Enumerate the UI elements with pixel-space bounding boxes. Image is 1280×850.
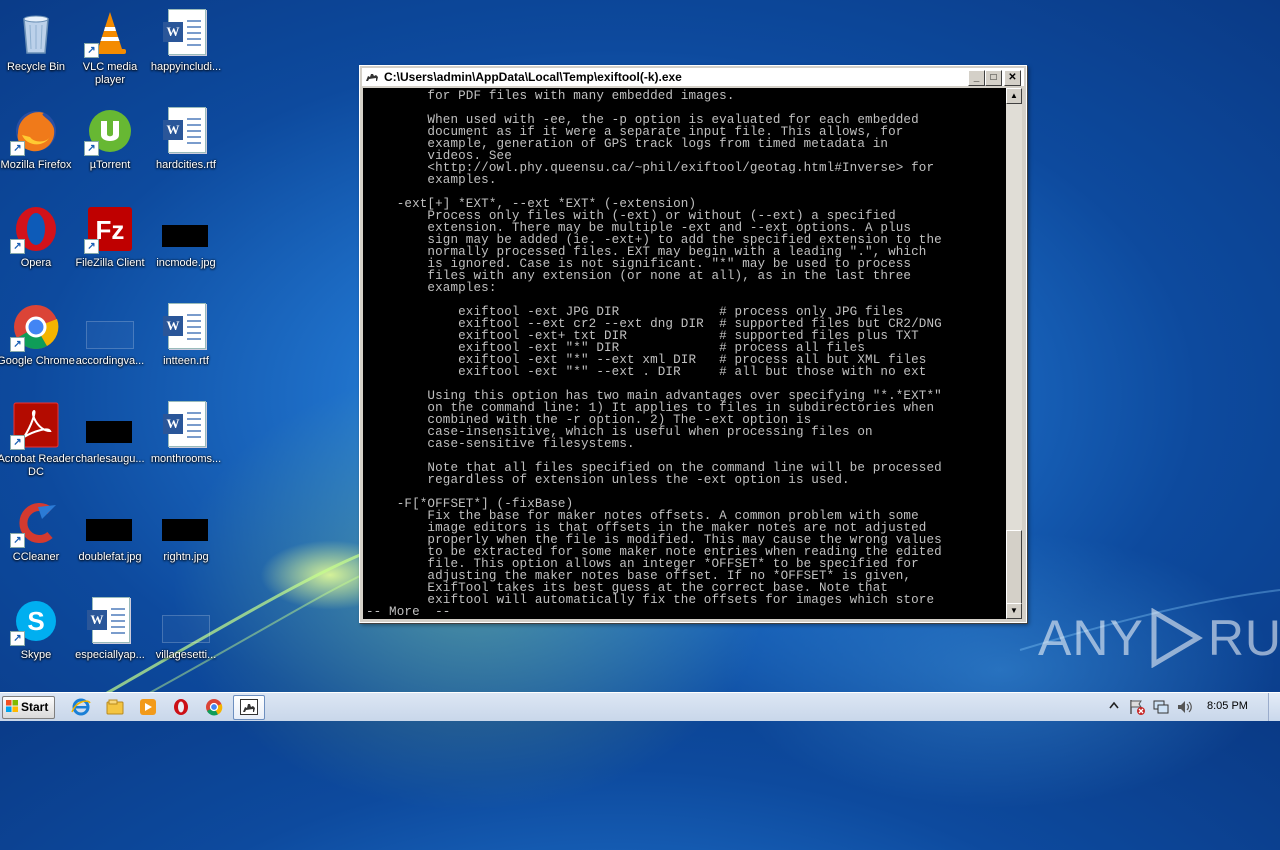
image-file-icon: [86, 401, 134, 449]
minimize-button[interactable]: _: [968, 70, 985, 86]
vertical-scrollbar[interactable]: ▲ ▼: [1006, 88, 1022, 619]
desktop-icon-label: monthrooms...: [150, 453, 222, 465]
desktop-icon[interactable]: ↗ VLC media player: [72, 5, 148, 95]
shortcut-arrow-icon: ↗: [10, 631, 25, 646]
desktop-icon-label: accordingva...: [75, 355, 145, 367]
desktop-icon[interactable]: Wmonthrooms...: [148, 397, 224, 487]
show-hidden-icons-icon[interactable]: [1108, 699, 1120, 713]
start-label: Start: [21, 700, 49, 714]
exiftool-taskbar-button[interactable]: [233, 695, 265, 720]
show-desktop-button[interactable]: [1268, 693, 1280, 721]
desktop-icon-label: villagesetti...: [155, 649, 217, 661]
desktop-icon[interactable]: ↗ CCleaner: [0, 495, 74, 585]
desktop-icon[interactable]: accordingva...: [72, 299, 148, 389]
desktop-icon[interactable]: ↗ Opera: [0, 201, 74, 291]
shortcut-arrow-icon: ↗: [10, 337, 25, 352]
close-button[interactable]: ✕: [1004, 70, 1021, 86]
word-document-icon: W: [162, 401, 210, 449]
desktop-icon[interactable]: Wespeciallyap...: [72, 593, 148, 683]
shortcut-arrow-icon: ↗: [84, 43, 99, 58]
desktop-icon[interactable]: villagesetti...: [148, 593, 224, 683]
svg-text:S: S: [27, 606, 44, 636]
desktop-icon-label: happyincludi...: [150, 61, 222, 73]
desktop-icon[interactable]: Recycle Bin: [0, 5, 74, 95]
shortcut-arrow-icon: ↗: [84, 239, 99, 254]
internet-explorer-icon[interactable]: [70, 697, 92, 717]
desktop-icon-label: FileZilla Client: [75, 257, 145, 269]
desktop-icon-label: hardcities.rtf: [156, 159, 216, 171]
camel-icon: [366, 74, 378, 81]
image-file-icon: [162, 205, 210, 253]
shortcut-arrow-icon: ↗: [10, 533, 25, 548]
clock[interactable]: 8:05 PM: [1207, 700, 1248, 712]
desktop-icon-label: incmode.jpg: [156, 257, 216, 269]
shortcut-arrow-icon: ↗: [10, 141, 25, 156]
desktop-icon[interactable]: Wintteen.rtf: [148, 299, 224, 389]
desktop-icon[interactable]: ↗ µTorrent: [72, 103, 148, 193]
recycle-bin-icon: [23, 15, 49, 54]
watermark-left: ANY: [1038, 610, 1144, 666]
desktop-icon-label: intteen.rtf: [163, 355, 209, 367]
play-logo-icon: [1151, 608, 1203, 668]
taskbar: Start 8:05 PM: [0, 692, 1280, 721]
console-window[interactable]: C:\Users\admin\AppData\Local\Temp\exifto…: [359, 65, 1027, 623]
image-file-icon: [86, 303, 134, 351]
desktop-icon-label: doublefat.jpg: [78, 551, 142, 563]
desktop-icon[interactable]: rightn.jpg: [148, 495, 224, 585]
window-title: C:\Users\admin\AppData\Local\Temp\exifto…: [384, 70, 682, 84]
image-file-icon: [162, 597, 210, 645]
desktop-icon-label: Mozilla Firefox: [0, 159, 72, 171]
desktop-icon-label: especiallyap...: [75, 649, 145, 661]
exiftool-icon: [240, 699, 258, 715]
shortcut-arrow-icon: ↗: [84, 141, 99, 156]
desktop-icon[interactable]: Whappyincludi...: [148, 5, 224, 95]
desktop-icon-label: VLC media player: [82, 61, 138, 86]
windows-flag-icon: [6, 700, 18, 712]
volume-icon[interactable]: [1176, 698, 1194, 716]
maximize-button[interactable]: □: [985, 70, 1002, 86]
desktop-icon[interactable]: ↗ Mozilla Firefox: [0, 103, 74, 193]
desktop-icon-label: µTorrent: [89, 159, 131, 171]
media-player-icon[interactable]: [137, 697, 159, 717]
desktop-icon-label: charlesaugu...: [75, 453, 145, 465]
desktop-icon[interactable]: ↗ Acrobat Reader DC: [0, 397, 75, 487]
desktop-icon-label: Opera: [20, 257, 52, 269]
opera-icon[interactable]: [170, 697, 192, 717]
scroll-thumb[interactable]: [1006, 530, 1022, 604]
word-document-icon: W: [86, 597, 134, 645]
desktop-icon[interactable]: Whardcities.rtf: [148, 103, 224, 193]
desktop-icon-label: rightn.jpg: [163, 551, 209, 563]
desktop-icon-label: Recycle Bin: [6, 61, 66, 73]
word-document-icon: W: [162, 107, 210, 155]
console-text: for PDF files with many embedded images.…: [366, 89, 942, 619]
desktop-icon[interactable]: ↗ Google Chrome: [0, 299, 75, 389]
word-document-icon: W: [162, 9, 210, 57]
desktop-icon-label: Google Chrome: [0, 355, 75, 367]
desktop-icon[interactable]: Fz ↗ FileZilla Client: [72, 201, 148, 291]
network-icon[interactable]: [1152, 698, 1170, 716]
desktop-icon[interactable]: incmode.jpg: [148, 201, 224, 291]
desktop-icon-label: Acrobat Reader DC: [0, 453, 75, 478]
chrome-icon[interactable]: [203, 697, 225, 717]
svg-text:Fz: Fz: [96, 215, 125, 245]
start-button[interactable]: Start: [2, 696, 55, 719]
scroll-up-button[interactable]: ▲: [1006, 88, 1022, 104]
scroll-down-button[interactable]: ▼: [1006, 603, 1022, 619]
action-center-flag-icon[interactable]: [1128, 698, 1146, 716]
shortcut-arrow-icon: ↗: [10, 239, 25, 254]
word-document-icon: W: [162, 303, 210, 351]
image-file-icon: [86, 499, 134, 547]
desktop-icon-label: Skype: [20, 649, 52, 661]
watermark-right: RUN: [1207, 610, 1280, 666]
desktop-icon-label: CCleaner: [12, 551, 60, 563]
desktop-icon[interactable]: doublefat.jpg: [72, 495, 148, 585]
desktop-icon[interactable]: charlesaugu...: [72, 397, 148, 487]
image-file-icon: [162, 499, 210, 547]
anyrun-watermark: ANY RUN: [1038, 606, 1280, 670]
shortcut-arrow-icon: ↗: [10, 435, 25, 450]
windows-explorer-icon[interactable]: [104, 697, 126, 717]
desktop-icon[interactable]: S ↗ Skype: [0, 593, 74, 683]
window-titlebar[interactable]: C:\Users\admin\AppData\Local\Temp\exifto…: [362, 68, 1024, 86]
console-output[interactable]: for PDF files with many embedded images.…: [363, 88, 1006, 619]
